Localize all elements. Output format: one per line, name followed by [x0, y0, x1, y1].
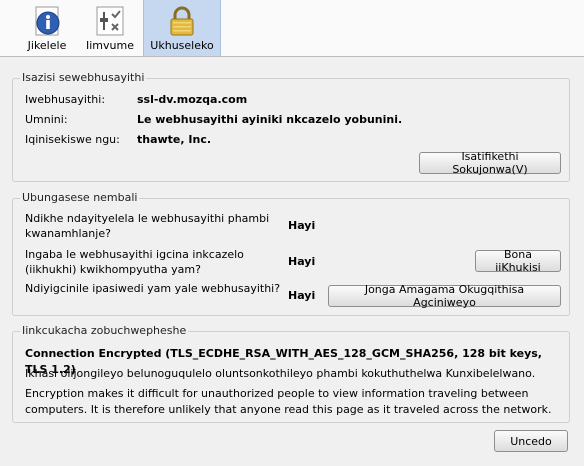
owner-value: Le webhusayithi ayiniki nkcazelo yobunin…	[137, 113, 403, 126]
permissions-icon	[96, 6, 124, 36]
visited-answer: Hayi	[288, 219, 316, 232]
passwords-answer: Hayi	[288, 289, 316, 302]
cookies-question: Ingaba le webhusayithi igcina inkcazelo …	[25, 248, 244, 276]
verifier-value: thawte, Inc.	[137, 133, 212, 146]
view-passwords-button[interactable]: Jonga Amagama Okugqithisa Agciniweyo	[328, 283, 561, 309]
technical-title: Iinkcukacha zobuchwepheshe	[20, 324, 189, 337]
identity-title: Isazisi sewebhusayithi	[20, 71, 147, 84]
tab-general[interactable]: Jikelele	[22, 0, 72, 56]
cookies-answer: Hayi	[288, 255, 316, 268]
close-button[interactable]: Uncedo	[494, 430, 568, 452]
owner-label: Umnini:	[25, 113, 68, 126]
visited-question: Ndikhe ndayityelela le webhusayithi pham…	[25, 212, 270, 240]
identity-group: Isazisi sewebhusayithi Iwebhusayithi: ss…	[12, 71, 570, 182]
encryption-line-1: Ikhasi olijongileyo belunoguqulelo olunt…	[25, 367, 536, 380]
tab-permissions[interactable]: Iimvume	[84, 0, 136, 56]
website-label: Iwebhusayithi:	[25, 93, 106, 106]
toolbar: Jikelele Iimvume Ukhuseleko	[0, 0, 584, 57]
privacy-title: Ubungasese nembali	[20, 191, 140, 204]
privacy-group: Ubungasese nembali Ndikhe ndayityelela l…	[12, 191, 570, 316]
view-certificate-button[interactable]: Isatifikethi Sokujonwa(V)	[419, 150, 561, 176]
tab-permissions-label: Iimvume	[86, 39, 134, 52]
encryption-line-2: Encryption makes it difficult for unauth…	[25, 387, 552, 416]
tab-general-label: Jikelele	[27, 39, 67, 52]
verifier-label: Iqinisekiswe ngu:	[25, 133, 120, 146]
tab-security-label: Ukhuseleko	[150, 39, 214, 52]
website-value: ssl-dv.mozqa.com	[137, 93, 248, 106]
lock-icon	[170, 6, 194, 36]
passwords-question: Ndiyigcinile ipasiwedi yam yale webhusay…	[25, 282, 281, 295]
technical-group: Iinkcukacha zobuchwepheshe Connection En…	[12, 324, 570, 423]
view-cookies-button[interactable]: Bona iiKhukisi	[475, 248, 561, 274]
info-icon	[35, 6, 60, 36]
tab-security[interactable]: Ukhuseleko	[143, 0, 221, 56]
